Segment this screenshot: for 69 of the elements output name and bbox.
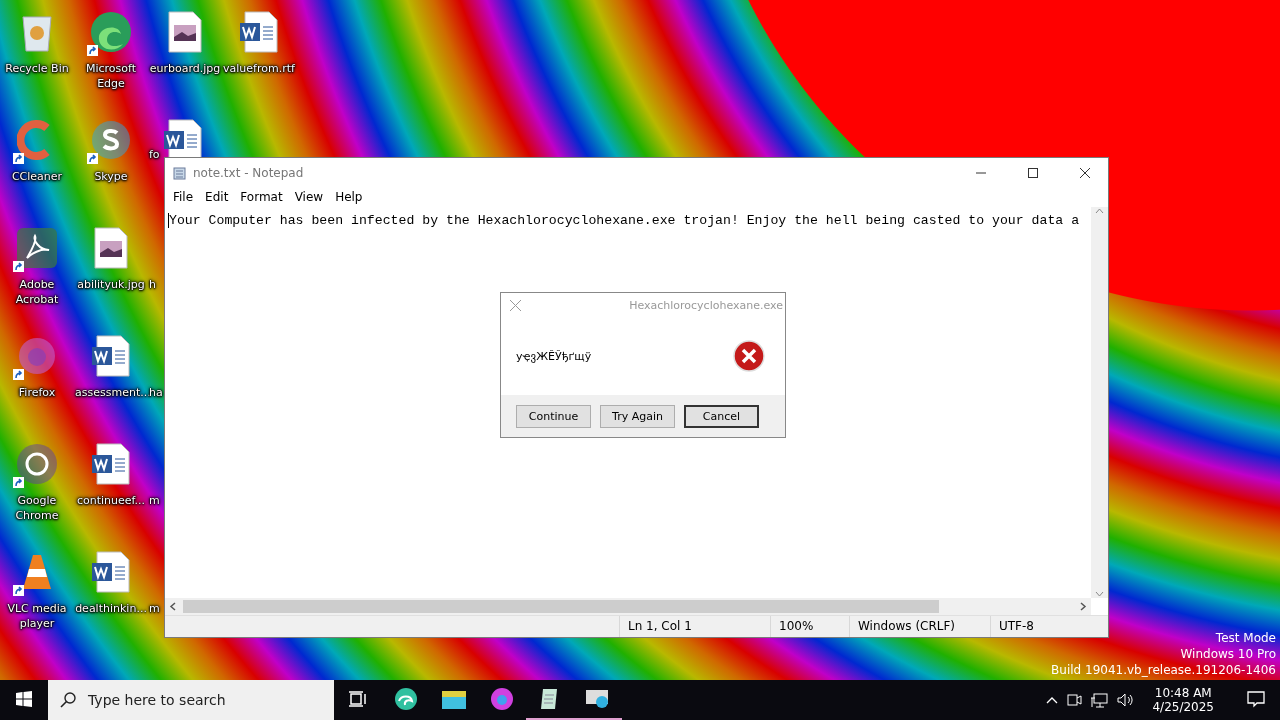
notification-icon[interactable]: [1247, 690, 1265, 708]
dialog-button[interactable]: Try Again: [600, 404, 675, 428]
scrollbar-thumb[interactable]: [183, 600, 939, 613]
firefox-icon: [490, 687, 514, 711]
scroll-left-icon[interactable]: [169, 602, 177, 611]
notepad-icon: [173, 165, 187, 180]
close-icon[interactable]: [1080, 167, 1090, 178]
clock-time: 10:48 AM: [1154, 686, 1212, 700]
window-title: note.txt - Notepad: [193, 165, 305, 180]
document-text: Your Computer has been infected by the Hexachlorocyclohexane.exe trojan! Enjoy the hell being casted to your data a: [168, 213, 1080, 228]
skype-icon: [90, 119, 132, 161]
word-document-icon: [91, 551, 131, 593]
vertical-scrollbar[interactable]: [1091, 207, 1108, 598]
edge-icon: [394, 687, 418, 711]
desktop-icon-label[interactable]: Firefox: [1, 385, 73, 400]
word-document-icon: [239, 11, 279, 53]
menu-item[interactable]: Format: [234, 190, 289, 204]
task-view-icon[interactable]: [349, 691, 367, 707]
desktop-icon-label[interactable]: Adobe Acrobat: [1, 277, 73, 307]
menu-item[interactable]: Help: [329, 190, 369, 204]
search-field[interactable]: Type here to search: [48, 680, 334, 720]
chrome-icon: [15, 442, 59, 486]
dialog-button[interactable]: Continue: [516, 404, 591, 428]
volume-icon[interactable]: [1116, 692, 1135, 708]
app-window-icon: [586, 688, 610, 710]
image-file-icon: [94, 227, 128, 269]
scroll-right-icon[interactable]: [1079, 602, 1087, 611]
menu-item[interactable]: View: [288, 190, 330, 204]
menu-item[interactable]: Edit: [199, 190, 235, 204]
clock-date: 4/25/2025: [1152, 700, 1214, 714]
image-file-icon: [168, 11, 202, 53]
status-text: UTF-8: [990, 616, 1108, 637]
dialog-button[interactable]: Cancel: [684, 404, 759, 428]
desktop-icon-label[interactable]: ha: [149, 385, 163, 400]
desktop-icon-label[interactable]: Recycle Bin: [1, 61, 73, 76]
firefox-icon: [16, 335, 58, 377]
windows-logo-icon[interactable]: [16, 691, 32, 707]
status-text: Ln 1, Col 1: [619, 616, 770, 637]
desktop-icon-label[interactable]: CCleaner: [1, 169, 73, 184]
scroll-up-icon[interactable]: [1095, 207, 1104, 216]
system-watermark-text: Windows 10 Pro: [1180, 646, 1276, 662]
acrobat-icon: [15, 226, 59, 270]
desktop-icon-label[interactable]: valuefrom.rtf: [223, 61, 295, 76]
desktop-icon-label[interactable]: m: [149, 601, 160, 616]
edge-icon: [89, 10, 133, 54]
camera-icon[interactable]: [1066, 692, 1083, 708]
dialog-title: Hexachlorocyclohexane.exe: [629, 298, 783, 312]
chevron-up-icon[interactable]: [1046, 696, 1059, 704]
dialog-message: уҿვЖĔЎђґщӱ: [516, 349, 592, 363]
desktop-icon-label[interactable]: VLC media player: [1, 601, 73, 631]
maximize-icon[interactable]: [1028, 167, 1038, 178]
word-document-icon: [91, 335, 131, 377]
search-icon: [60, 692, 76, 708]
desktop-icon-label[interactable]: continueef...: [75, 493, 147, 508]
desktop-icon-label[interactable]: Google Chrome: [1, 493, 73, 523]
status-text: 100%: [770, 616, 849, 637]
word-document-icon: [91, 443, 131, 485]
clock[interactable]: 10:48 AM 4/25/2025: [1142, 686, 1224, 714]
folder-icon: [442, 689, 466, 709]
scroll-down-icon[interactable]: [1095, 589, 1104, 598]
horizontal-scrollbar[interactable]: [165, 598, 1091, 615]
menu-item[interactable]: File: [167, 190, 200, 204]
system-watermark-text: Test Mode: [1215, 630, 1276, 646]
system-watermark-text: Build 19041.vb_release.191206-1406: [1051, 662, 1276, 678]
desktop-icon-label[interactable]: fo: [149, 147, 160, 162]
error-icon: [733, 340, 765, 372]
network-icon[interactable]: [1090, 692, 1109, 708]
desktop-icon-label[interactable]: m: [149, 493, 160, 508]
status-text: Windows (CRLF): [849, 616, 990, 637]
